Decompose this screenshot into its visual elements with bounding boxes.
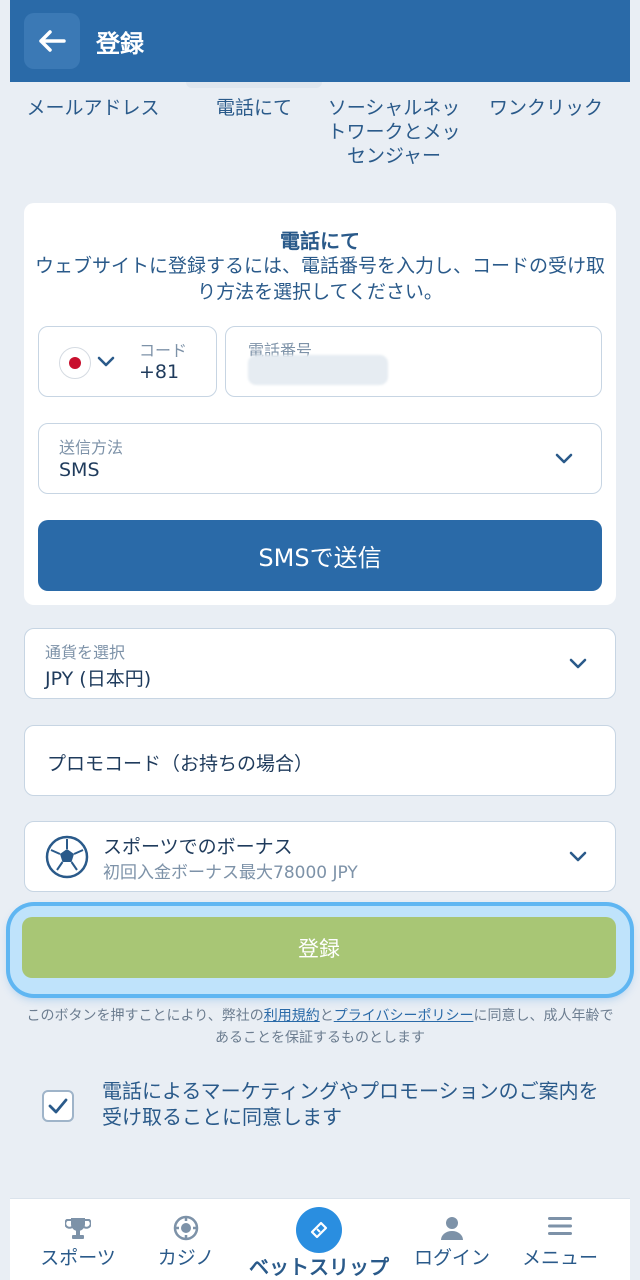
nav-casino[interactable]: カジノ <box>124 1199 248 1280</box>
checkmark-icon <box>48 1098 68 1114</box>
registration-tabs: メールアドレス 電話にて ソーシャルネットワークとメッセンジャー ワンクリック <box>10 82 630 182</box>
currency-label: 通貨を選択 <box>45 643 126 662</box>
nav-betslip[interactable]: ベットスリップ <box>244 1199 394 1280</box>
chevron-down-icon <box>555 453 573 464</box>
tab-email[interactable]: メールアドレス <box>16 96 170 120</box>
register-button[interactable]: 登録 <box>22 917 616 978</box>
ticket-icon <box>296 1207 342 1253</box>
promo-code-placeholder: プロモコード（お持ちの場合） <box>47 753 314 775</box>
bonus-subtitle: 初回入金ボーナス最大78000 JPY <box>103 863 358 883</box>
nav-casino-label: カジノ <box>157 1247 215 1269</box>
casino-chip-icon <box>173 1215 199 1241</box>
phone-number-field[interactable]: 電話番号 <box>225 326 602 397</box>
legal-prefix: このボタンを押すことにより、弊社の <box>26 1008 264 1024</box>
bonus-title: スポーツでのボーナス <box>103 836 293 858</box>
send-method-select[interactable]: 送信方法 SMS <box>38 423 602 494</box>
tab-social[interactable]: ソーシャルネットワークとメッセンジャー <box>322 96 466 168</box>
back-button[interactable] <box>24 13 80 69</box>
user-icon <box>441 1217 463 1240</box>
nav-sports-label: スポーツ <box>40 1247 116 1269</box>
card-description: ウェブサイトに登録するには、電話番号を入力し、コードの受け取り方法を選択してくだ… <box>34 255 605 303</box>
nav-betslip-label: ベットスリップ <box>249 1255 389 1279</box>
terms-link[interactable]: 利用規約 <box>264 1008 320 1024</box>
trophy-icon <box>65 1218 91 1239</box>
nav-menu[interactable]: メニュー <box>498 1199 622 1280</box>
chevron-down-icon <box>569 851 587 862</box>
register-button-highlight: 登録 <box>10 906 630 994</box>
japan-flag-icon <box>59 347 91 379</box>
phone-number-value-redacted <box>248 355 388 385</box>
header-bar: 登録 <box>10 0 630 82</box>
send-method-label: 送信方法 <box>59 438 124 457</box>
currency-select[interactable]: 通貨を選択 JPY (日本円) <box>24 628 616 699</box>
nav-menu-label: メニュー <box>521 1247 598 1269</box>
send-method-value: SMS <box>59 459 100 481</box>
tab-one-click[interactable]: ワンクリック <box>480 96 612 120</box>
code-label: コード <box>139 341 188 360</box>
page-title: 登録 <box>96 29 144 58</box>
chevron-down-icon <box>97 356 115 367</box>
code-value: +81 <box>139 361 180 383</box>
bonus-select[interactable]: スポーツでのボーナス 初回入金ボーナス最大78000 JPY <box>24 821 616 892</box>
currency-value: JPY (日本円) <box>45 668 152 690</box>
promo-code-input[interactable]: プロモコード（お持ちの場合） <box>24 725 616 796</box>
legal-text: このボタンを押すことにより、弊社の利用規約とプライバシーポリシーに同意し、成人年… <box>20 1005 620 1049</box>
privacy-policy-link[interactable]: プライバシーポリシー <box>334 1008 474 1024</box>
phone-registration-card: 電話にて ウェブサイトに登録するには、電話番号を入力し、コードの受け取り方法を選… <box>24 203 616 605</box>
nav-sports[interactable]: スポーツ <box>16 1199 140 1280</box>
legal-and: と <box>319 1008 334 1024</box>
tab-phone[interactable]: 電話にて <box>186 96 322 120</box>
send-sms-button[interactable]: SMSで送信 <box>38 520 602 591</box>
marketing-consent-checkbox[interactable] <box>42 1090 74 1122</box>
chevron-down-icon <box>569 658 587 669</box>
nav-login[interactable]: ログイン <box>390 1199 514 1280</box>
country-code-select[interactable]: コード +81 <box>38 326 217 397</box>
active-tab-indicator <box>186 82 322 88</box>
marketing-consent-label: 電話によるマーケティングやプロモーションのご案内を受け取ることに同意します <box>102 1079 599 1129</box>
nav-login-label: ログイン <box>413 1247 490 1269</box>
menu-icon <box>548 1217 572 1235</box>
soccer-ball-icon <box>45 835 89 879</box>
card-title: 電話にて <box>280 229 360 253</box>
bottom-navigation: スポーツ カジノ ベットスリップ ログイン メニュー <box>10 1198 630 1280</box>
arrow-left-icon <box>39 30 66 52</box>
